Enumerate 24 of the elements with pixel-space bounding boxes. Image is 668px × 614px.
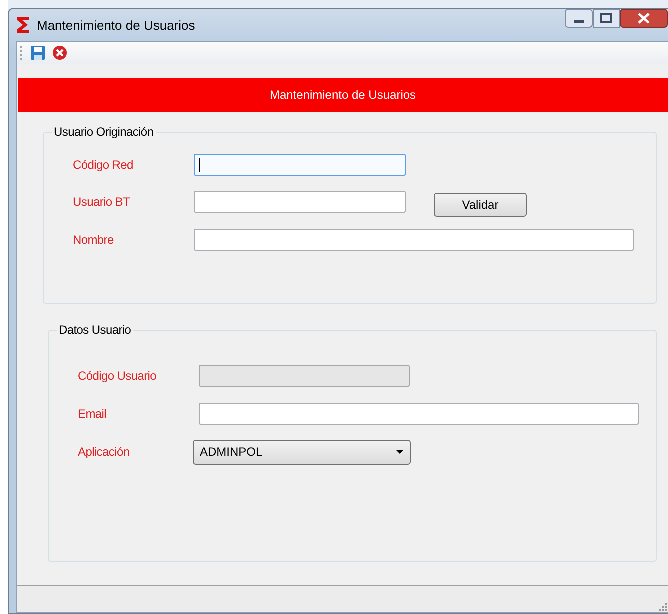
field-label: Aplicación bbox=[77, 445, 130, 459]
text-field[interactable] bbox=[194, 154, 406, 176]
caret-icon bbox=[396, 450, 404, 454]
field-label: Email bbox=[77, 407, 107, 421]
window-title: Mantenimiento de Usuarios bbox=[37, 18, 196, 32]
text-field[interactable] bbox=[194, 229, 634, 251]
field-label: Código Usuario bbox=[77, 369, 157, 383]
resize-grip-icon[interactable] bbox=[658, 602, 668, 612]
maximize-button[interactable] bbox=[593, 9, 620, 28]
text-field[interactable] bbox=[194, 191, 406, 213]
dropdown[interactable]: ADMINPOL bbox=[193, 440, 411, 464]
field-label: Código Red bbox=[72, 158, 134, 172]
field-label: Usuario BT bbox=[72, 195, 130, 209]
save-icon[interactable] bbox=[30, 45, 46, 61]
app-logo-icon bbox=[15, 16, 31, 34]
group-title: Datos Usuario bbox=[57, 323, 134, 337]
field-label: Nombre bbox=[72, 233, 114, 247]
cancel-icon[interactable] bbox=[52, 45, 68, 61]
close-button[interactable] bbox=[620, 9, 668, 28]
validate-button[interactable]: Validar bbox=[434, 193, 527, 217]
text-field[interactable] bbox=[199, 403, 639, 425]
header-banner: Mantenimiento de Usuarios bbox=[18, 78, 668, 112]
group-title: Usuario Originación bbox=[52, 125, 156, 139]
minimize-button[interactable] bbox=[565, 9, 593, 28]
